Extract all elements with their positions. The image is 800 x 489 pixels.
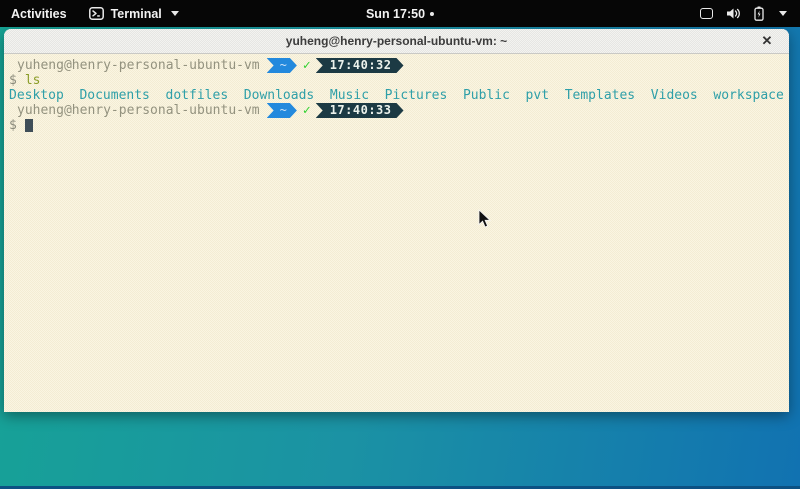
prompt-user: yuheng@henry-personal-ubuntu-vm (17, 58, 260, 73)
notification-dot-icon (430, 12, 434, 16)
terminal-content[interactable]: yuheng@henry-personal-ubuntu-vm ~ ✓ 17:4… (4, 54, 789, 412)
app-menu-button[interactable]: Terminal (78, 0, 190, 27)
prompt-path-segment: ~ (267, 58, 297, 73)
clock-button[interactable]: Sun 17:50 (358, 0, 442, 27)
prompt-time-segment: 17:40:33 (316, 103, 404, 118)
prompt-symbol: $ (9, 118, 17, 133)
top-bar-left: Activities Terminal (0, 0, 190, 27)
prompt-line-2: yuheng@henry-personal-ubuntu-vm ~ ✓ 17:4… (9, 103, 784, 118)
network-icon (700, 8, 713, 19)
prompt-path-segment: ~ (267, 103, 297, 118)
prompt-line-1: yuheng@henry-personal-ubuntu-vm ~ ✓ 17:4… (9, 58, 784, 73)
window-titlebar[interactable]: yuheng@henry-personal-ubuntu-vm: ~ ✕ (4, 29, 789, 54)
system-tray-button[interactable] (687, 0, 800, 27)
terminal-app-icon (89, 7, 104, 20)
prompt-user: yuheng@henry-personal-ubuntu-vm (17, 103, 260, 118)
top-bar: Activities Terminal Sun 17:50 (0, 0, 800, 27)
chevron-down-icon (171, 11, 179, 16)
window-title: yuheng@henry-personal-ubuntu-vm: ~ (286, 34, 507, 48)
prompt-time-segment: 17:40:32 (316, 58, 404, 73)
directory-listing: Desktop Documents dotfiles Downloads Mus… (9, 88, 784, 103)
volume-icon (726, 7, 741, 20)
activities-button[interactable]: Activities (0, 0, 78, 27)
desktop: Activities Terminal Sun 17:50 (0, 0, 800, 489)
battery-charging-icon (754, 6, 764, 21)
terminal-window: yuheng@henry-personal-ubuntu-vm: ~ ✕ yuh… (4, 29, 789, 412)
mouse-cursor-icon (478, 209, 492, 229)
check-icon: ✓ (303, 103, 311, 118)
command-line: $ ls (9, 73, 784, 88)
close-button[interactable]: ✕ (755, 29, 779, 53)
typed-command: ls (25, 73, 41, 88)
prompt-symbol: $ (9, 73, 17, 88)
terminal-cursor (25, 119, 33, 132)
clock-label: Sun 17:50 (366, 7, 425, 21)
check-icon: ✓ (303, 58, 311, 73)
app-menu-label: Terminal (111, 7, 162, 21)
tray-chevron-down-icon (779, 11, 787, 16)
current-prompt-line: $ (9, 118, 784, 133)
